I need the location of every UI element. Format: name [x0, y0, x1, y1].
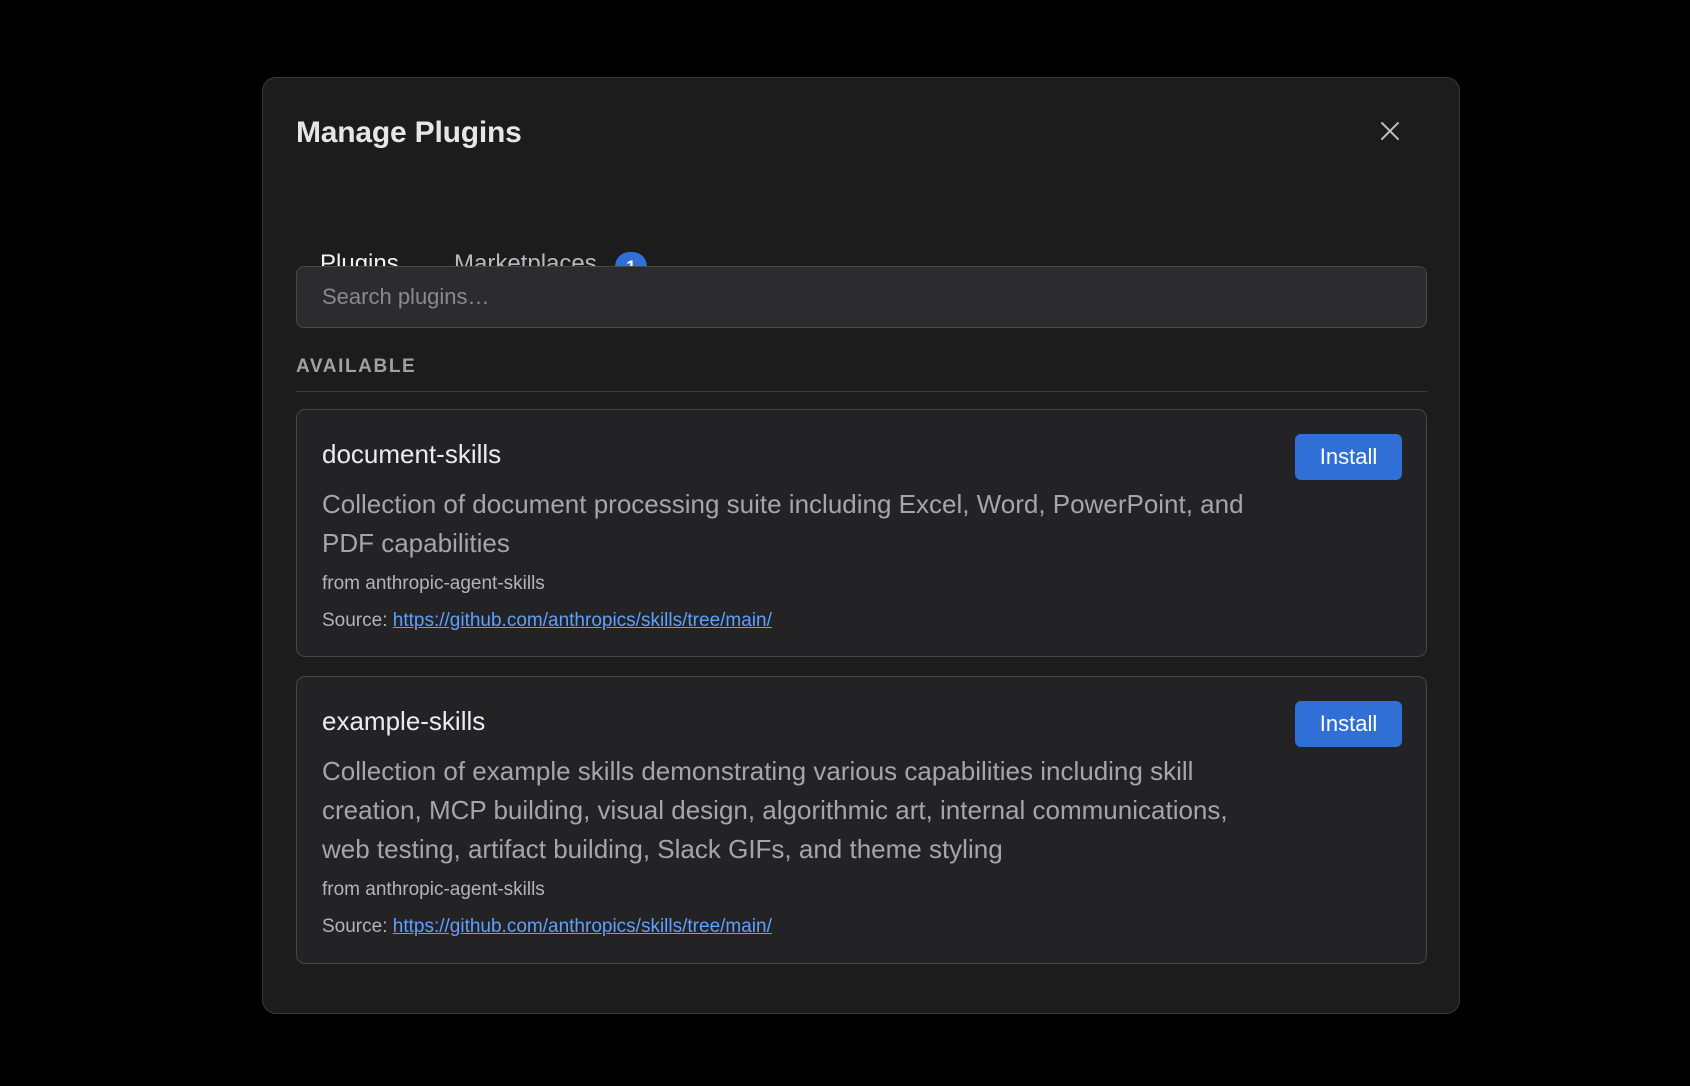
source-link[interactable]: https://github.com/anthropics/skills/tre… — [393, 610, 772, 631]
close-button[interactable] — [1375, 116, 1405, 146]
search-input[interactable] — [296, 266, 1427, 328]
section-divider — [296, 391, 1427, 392]
source-label: Source: — [322, 610, 388, 631]
plugin-description: Collection of example skills demonstrati… — [322, 756, 1228, 864]
install-button[interactable]: Install — [1295, 701, 1402, 747]
install-button[interactable]: Install — [1295, 434, 1402, 480]
source-link[interactable]: https://github.com/anthropics/skills/tre… — [393, 916, 772, 937]
dialog-title: Manage Plugins — [296, 116, 522, 149]
source-label: Source: — [322, 916, 388, 937]
manage-plugins-dialog: Manage Plugins Plugins Marketplaces 1 AV… — [262, 77, 1460, 1014]
section-header-available: AVAILABLE — [296, 356, 417, 377]
plugin-origin: from anthropic-agent-skills — [322, 879, 545, 900]
plugin-name: example-skills — [322, 706, 486, 736]
plugin-card: document-skills Collection of document p… — [296, 409, 1427, 657]
plugin-source: Source: https://github.com/anthropics/sk… — [322, 610, 772, 632]
close-icon — [1381, 122, 1399, 140]
plugin-origin: from anthropic-agent-skills — [322, 573, 545, 594]
plugin-card: example-skills Collection of example ski… — [296, 676, 1427, 964]
plugin-name: document-skills — [322, 439, 502, 469]
plugin-description: Collection of document processing suite … — [322, 489, 1244, 558]
plugin-source: Source: https://github.com/anthropics/sk… — [322, 916, 772, 938]
